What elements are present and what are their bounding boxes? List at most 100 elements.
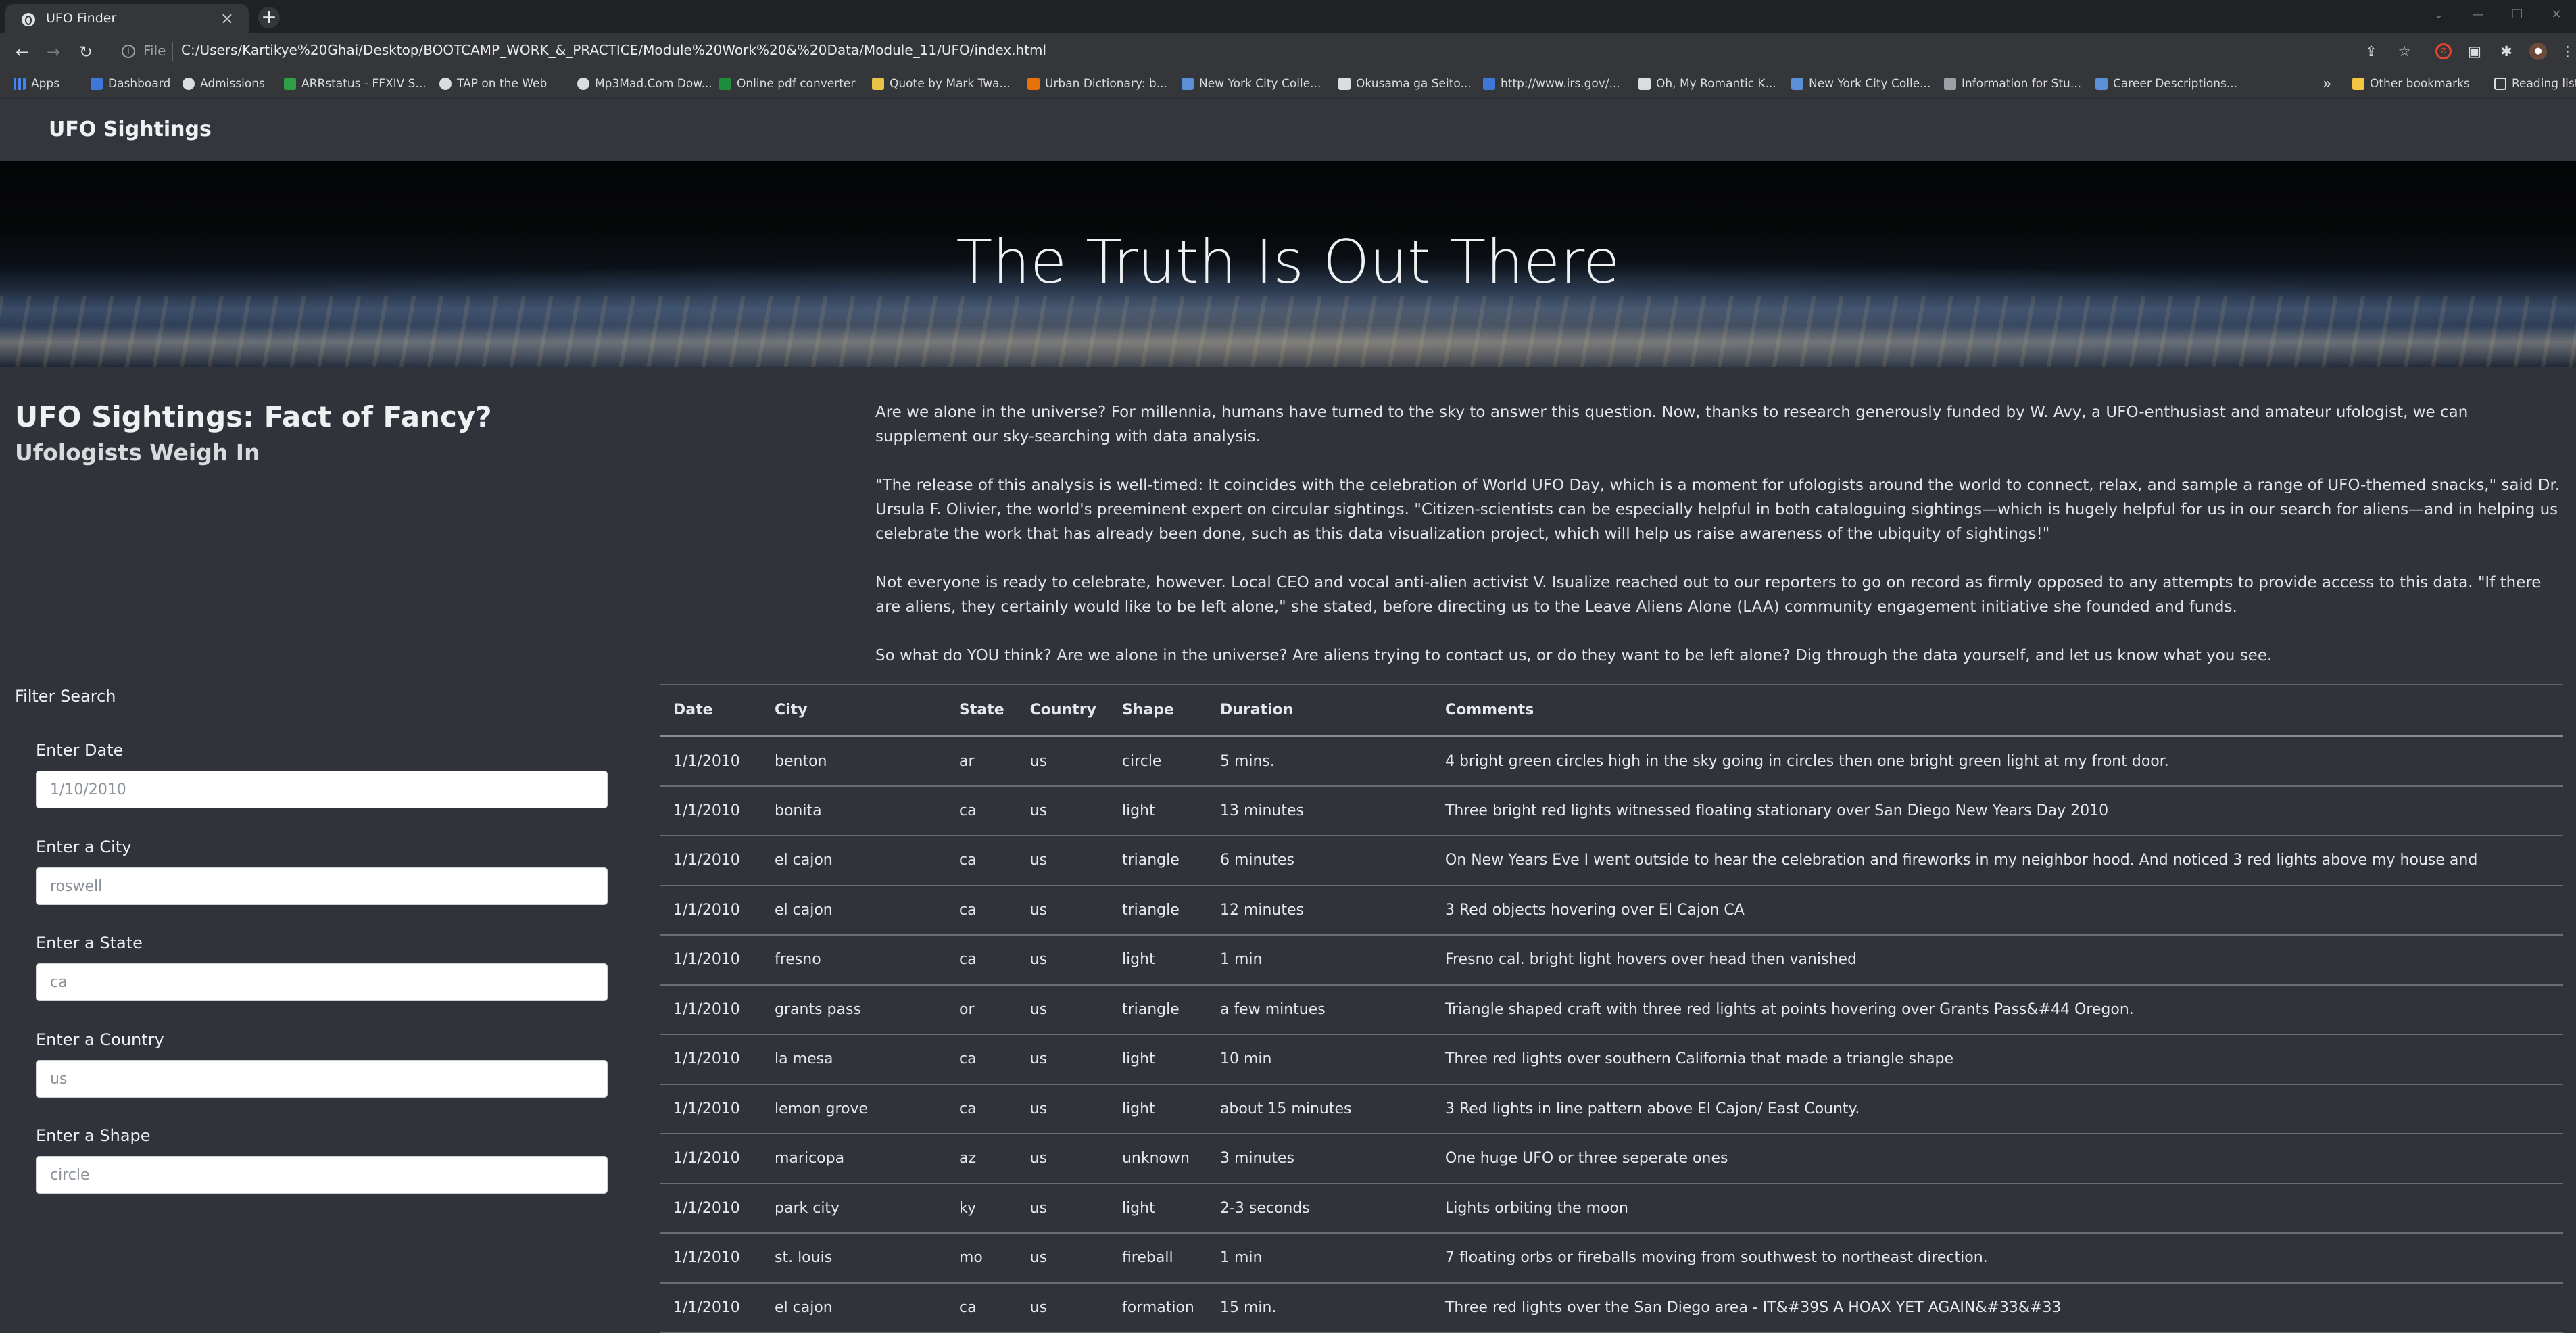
info-icon[interactable]: i <box>122 45 135 58</box>
navbar-brand[interactable]: UFO Sightings <box>49 118 212 141</box>
table-row: 1/1/2010 fresno ca us light 1 min Fresno cal. … <box>660 935 2563 986</box>
bookmark-tap[interactable]: TAP on the Web <box>439 76 547 92</box>
close-tab-icon[interactable]: × <box>220 9 234 28</box>
college-icon <box>1791 78 1803 90</box>
cell-state: ca <box>946 885 1017 936</box>
reading-list[interactable]: Reading list <box>2494 76 2576 92</box>
cell-city: bonita <box>762 785 946 836</box>
menu-kebab-icon[interactable]: ⋮ <box>2560 43 2575 60</box>
cell-shape: fireball <box>1109 1233 1207 1284</box>
bookmark-apps[interactable]: Apps <box>14 76 59 92</box>
bookmark-label: Reading list <box>2512 77 2576 91</box>
city-input[interactable] <box>36 867 608 905</box>
bookmark-irs[interactable]: http://www.irs.gov/... <box>1483 76 1620 92</box>
bookmark-career[interactable]: Career Descriptions... <box>2095 76 2237 92</box>
bookmark-information[interactable]: Information for Stu... <box>1944 76 2081 92</box>
table-body: 1/1/2010 benton ar us circle 5 mins. 4 bright … <box>660 736 2563 1333</box>
cell-duration: 1 min <box>1207 1233 1432 1284</box>
bookmarks-overflow-icon[interactable]: » <box>2323 76 2331 93</box>
bookmark-arrstatus[interactable]: ARRstatus - FFXIV S... <box>284 76 427 92</box>
cell-duration: 10 min <box>1207 1034 1432 1085</box>
cell-date: 1/1/2010 <box>660 935 762 986</box>
article-paragraph: Are we alone in the universe? For millen… <box>875 404 2469 445</box>
hero-title: The Truth Is Out There <box>956 227 1620 297</box>
date-input[interactable] <box>36 771 608 808</box>
cell-duration: 15 min. <box>1207 1282 1432 1333</box>
cell-comments: 7 floating orbs or fireballs moving from… <box>1432 1233 2563 1284</box>
other-bookmarks[interactable]: Other bookmarks <box>2352 76 2470 92</box>
cell-date: 1/1/2010 <box>660 1134 762 1184</box>
tab-title: UFO Finder <box>46 11 117 26</box>
table-row: 1/1/2010 bonita ca us light 13 minutes Three b… <box>660 785 2563 836</box>
bookmark-admissions[interactable]: Admissions <box>183 76 265 92</box>
bookmark-label: Career Descriptions... <box>2113 77 2238 91</box>
column-header-state: State <box>946 684 1017 737</box>
bookmark-label: http://www.irs.gov/... <box>1501 77 1620 91</box>
bookmark-quote[interactable]: Quote by Mark Twa... <box>872 76 1011 92</box>
cell-country: us <box>1017 935 1109 986</box>
tab-search-icon[interactable]: ⌄ <box>2419 0 2458 30</box>
globe-icon <box>577 78 589 90</box>
minimize-button[interactable]: — <box>2458 0 2498 30</box>
cell-comments: One huge UFO or three seperate ones <box>1432 1134 2563 1184</box>
filter-country-group: Enter a Country <box>36 1030 608 1098</box>
filter-label: Enter a City <box>36 838 132 856</box>
country-input[interactable] <box>36 1060 608 1098</box>
filter-label: Enter a State <box>36 934 143 952</box>
globe-icon <box>183 78 195 90</box>
arrstatus-icon <box>284 78 296 90</box>
share-icon[interactable]: ⇪ <box>2362 43 2380 60</box>
article-heading: UFO Sightings: Fact of Fancy? <box>15 400 492 433</box>
cell-duration: 5 mins. <box>1207 736 1432 787</box>
cell-state: ca <box>946 785 1017 836</box>
table-row: 1/1/2010 maricopa az us unknown 3 minutes One … <box>660 1134 2563 1184</box>
profile-avatar[interactable]: ● <box>2529 43 2547 60</box>
bookmark-pdf-converter[interactable]: Online pdf converter <box>719 76 855 92</box>
cell-shape: triangle <box>1109 835 1207 886</box>
close-window-button[interactable]: ✕ <box>2537 0 2576 30</box>
cell-state: ca <box>946 1084 1017 1134</box>
bookmark-label: Oh, My Romantic K... <box>1656 77 1776 91</box>
cell-country: us <box>1017 885 1109 936</box>
folder-icon <box>2352 78 2364 90</box>
shape-input[interactable] <box>36 1156 608 1194</box>
bookmark-urban-dictionary[interactable]: Urban Dictionary: b... <box>1027 76 1167 92</box>
page-navbar: UFO Sightings <box>0 99 2576 161</box>
info-page-icon <box>1944 78 1956 90</box>
bookmark-nyc-college-2[interactable]: New York City Colle... <box>1791 76 1930 92</box>
cell-city: st. louis <box>762 1233 946 1284</box>
state-input[interactable] <box>36 963 608 1001</box>
extensions-puzzle-icon[interactable]: ✱ <box>2498 43 2515 60</box>
bookmark-nyc-college-1[interactable]: New York City Colle... <box>1182 76 1321 92</box>
browser-tabstrip: UFO Finder × + ⌄ — ❐ ✕ <box>0 0 2576 33</box>
cell-state: az <box>946 1134 1017 1184</box>
bookmark-dashboard[interactable]: Dashboard <box>91 76 170 92</box>
cell-state: ar <box>946 736 1017 787</box>
forward-button[interactable]: → <box>43 42 64 62</box>
maximize-button[interactable]: ❐ <box>2498 0 2537 30</box>
extension-blocker-icon[interactable]: ⊘ <box>2435 43 2452 59</box>
cell-comments: Fresno cal. bright light hovers over hea… <box>1432 935 2563 986</box>
bookmark-okusama[interactable]: Okusama ga Seito... <box>1338 76 1472 92</box>
cell-shape: triangle <box>1109 885 1207 936</box>
browser-tab[interactable]: UFO Finder × <box>5 4 249 33</box>
cell-country: us <box>1017 736 1109 787</box>
cell-date: 1/1/2010 <box>660 835 762 886</box>
cell-state: ky <box>946 1183 1017 1234</box>
back-button[interactable]: ← <box>12 42 32 62</box>
bookmark-label: Apps <box>31 77 60 91</box>
cell-date: 1/1/2010 <box>660 984 762 1035</box>
column-header-duration: Duration <box>1207 684 1432 737</box>
new-tab-button[interactable]: + <box>258 7 280 28</box>
extension-window-icon[interactable]: ▣ <box>2466 43 2483 60</box>
bookmark-star-icon[interactable]: ☆ <box>2396 43 2413 60</box>
filter-date-group: Enter Date <box>36 741 608 808</box>
cell-country: us <box>1017 1084 1109 1134</box>
url-text[interactable]: C:/Users/Kartikye%20Ghai/Desktop/BOOTCAM… <box>181 42 1046 58</box>
bookmark-romantic[interactable]: Oh, My Romantic K... <box>1638 76 1776 92</box>
college-icon <box>1182 78 1194 90</box>
cell-date: 1/1/2010 <box>660 1034 762 1085</box>
bookmark-mp3mad[interactable]: Mp3Mad.Com Dow... <box>577 76 712 92</box>
reload-button[interactable]: ↻ <box>76 42 96 62</box>
cell-comments: Three bright red lights witnessed floati… <box>1432 785 2563 836</box>
